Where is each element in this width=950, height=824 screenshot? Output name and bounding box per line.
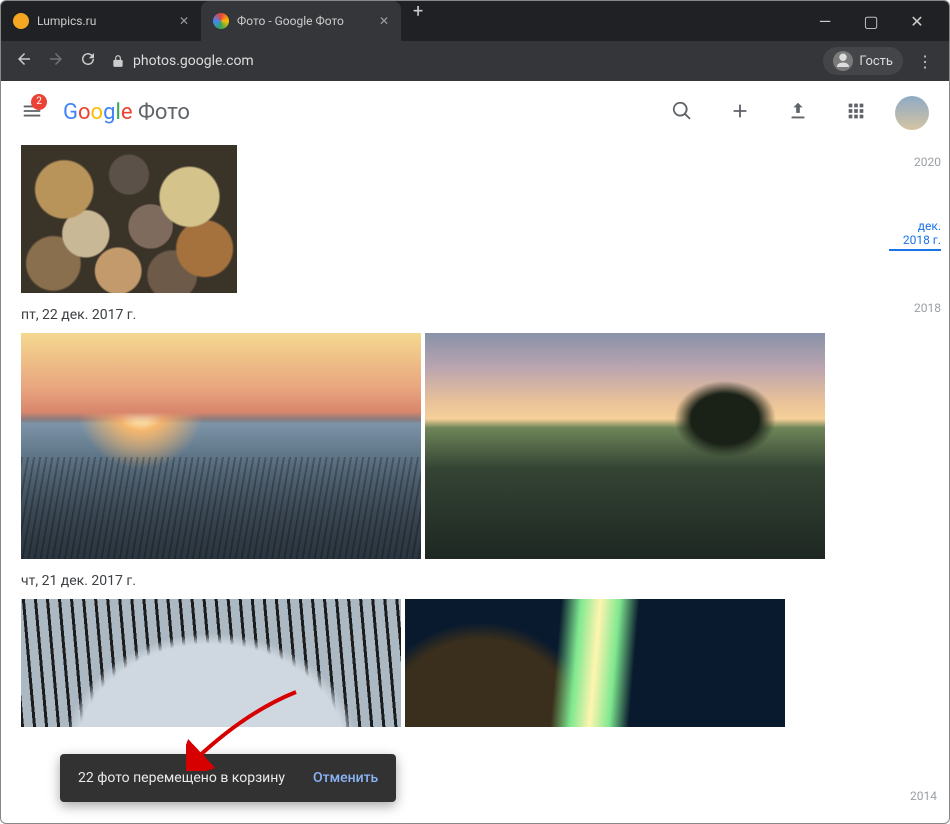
undo-button[interactable]: Отменить bbox=[313, 770, 378, 786]
url-text: photos.google.com bbox=[133, 53, 254, 69]
timeline-scrubber[interactable]: 2020 дек. 2018 г. 2018 2014 bbox=[889, 145, 949, 823]
photo-thumbnail[interactable] bbox=[21, 333, 421, 559]
timeline-current[interactable]: дек. 2018 г. bbox=[889, 219, 941, 251]
search-button[interactable] bbox=[663, 92, 701, 134]
photo-thumbnail[interactable] bbox=[21, 145, 237, 293]
account-avatar[interactable] bbox=[895, 96, 929, 130]
person-icon bbox=[833, 51, 853, 71]
close-icon[interactable]: ✕ bbox=[379, 14, 389, 28]
toast-notification: 22 фото перемещено в корзину Отменить bbox=[60, 754, 396, 802]
product-name: Фото bbox=[138, 100, 190, 125]
app-header: 2 Google Фото bbox=[1, 81, 949, 145]
photo-thumbnail[interactable] bbox=[21, 599, 401, 727]
minimize-button[interactable]: — bbox=[813, 12, 837, 31]
back-button[interactable] bbox=[15, 50, 33, 72]
favicon-icon bbox=[213, 13, 229, 29]
timeline-year[interactable]: 2014 bbox=[910, 789, 937, 803]
photo-thumbnail[interactable] bbox=[405, 599, 785, 727]
apps-button[interactable] bbox=[837, 92, 875, 134]
reload-button[interactable] bbox=[79, 50, 97, 72]
tab-title: Lumpics.ru bbox=[37, 14, 96, 28]
close-icon[interactable]: ✕ bbox=[179, 14, 189, 28]
close-window-button[interactable]: ✕ bbox=[905, 12, 929, 31]
titlebar: Lumpics.ru ✕ Фото - Google Фото ✕ + — ▢ … bbox=[1, 1, 949, 41]
profile-chip[interactable]: Гость bbox=[823, 47, 903, 75]
photo-thumbnail[interactable] bbox=[425, 333, 825, 559]
timeline-year[interactable]: 2020 bbox=[889, 155, 941, 169]
photo-grid: пт, 22 дек. 2017 г. чт, 21 дек. 2017 г. bbox=[1, 145, 889, 823]
toast-message: 22 фото перемещено в корзину bbox=[78, 770, 285, 786]
new-tab-button[interactable]: + bbox=[401, 1, 435, 41]
maximize-button[interactable]: ▢ bbox=[859, 12, 883, 31]
logo[interactable]: Google Фото bbox=[63, 100, 190, 125]
address-bar[interactable]: photos.google.com bbox=[111, 53, 809, 69]
upload-button[interactable] bbox=[779, 92, 817, 134]
favicon-icon bbox=[13, 13, 29, 29]
content-area: пт, 22 дек. 2017 г. чт, 21 дек. 2017 г. … bbox=[1, 145, 949, 823]
date-header: пт, 22 дек. 2017 г. bbox=[21, 307, 869, 323]
menu-button[interactable]: 2 bbox=[21, 100, 43, 126]
timeline-year[interactable]: 2018 bbox=[889, 301, 941, 315]
lock-icon bbox=[111, 54, 125, 68]
browser-tab[interactable]: Фото - Google Фото ✕ bbox=[201, 1, 401, 41]
browser-tab[interactable]: Lumpics.ru ✕ bbox=[1, 1, 201, 41]
profile-label: Гость bbox=[859, 54, 893, 69]
forward-button[interactable] bbox=[47, 50, 65, 72]
create-button[interactable] bbox=[721, 92, 759, 134]
browser-window: Lumpics.ru ✕ Фото - Google Фото ✕ + — ▢ … bbox=[0, 0, 950, 824]
nav-bar: photos.google.com Гость ⋮ bbox=[1, 41, 949, 81]
tab-strip: Lumpics.ru ✕ Фото - Google Фото ✕ + bbox=[1, 1, 435, 41]
tab-title: Фото - Google Фото bbox=[237, 14, 344, 28]
notification-badge: 2 bbox=[31, 94, 47, 110]
kebab-menu-button[interactable]: ⋮ bbox=[917, 52, 935, 71]
date-header: чт, 21 дек. 2017 г. bbox=[21, 573, 869, 589]
window-controls: — ▢ ✕ bbox=[813, 12, 941, 31]
